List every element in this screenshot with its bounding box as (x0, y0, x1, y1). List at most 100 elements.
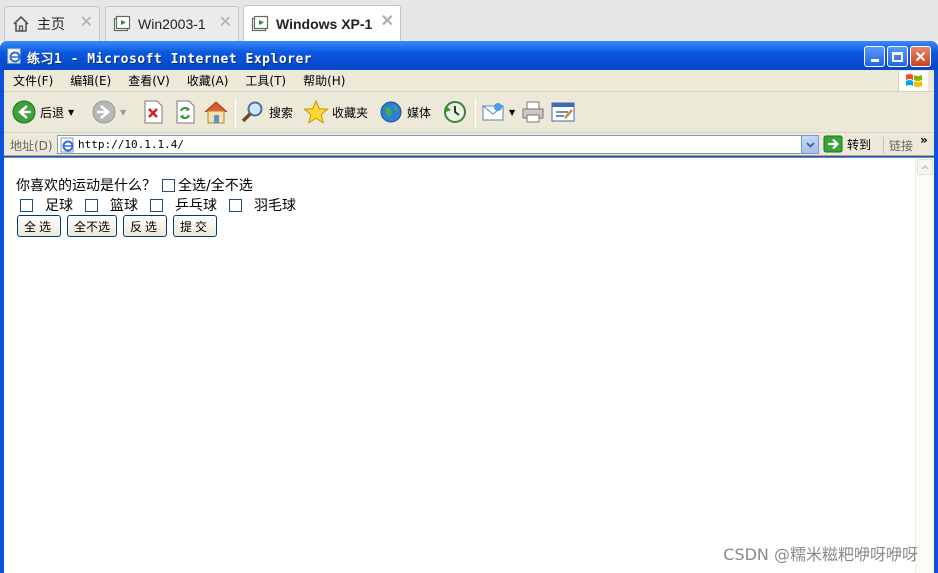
sport-checkbox[interactable] (20, 198, 33, 212)
forward-button[interactable]: ▼ (92, 100, 126, 124)
sport-checkbox[interactable] (85, 198, 98, 212)
question-text: 你喜欢的运动是什么？ (16, 178, 156, 194)
media-button[interactable]: 媒体 (379, 100, 431, 124)
back-label: 后退 (40, 105, 65, 120)
host-tab-label: Windows XP-1 (276, 15, 373, 32)
dropdown-arrow-icon[interactable]: ▼ (120, 108, 126, 117)
dropdown-arrow-icon[interactable]: ▼ (509, 108, 515, 117)
address-bar: 地址(D) http://10.1.1.4/ 转到 链接 » (4, 133, 934, 156)
menu-edit[interactable]: 编辑(E) (61, 72, 119, 89)
stop-button[interactable] (142, 100, 164, 124)
home-icon (204, 101, 228, 124)
maximize-icon (892, 51, 903, 62)
title-bar[interactable]: 练习1 - Microsoft Internet Explorer (0, 41, 938, 70)
go-button[interactable]: 转到 (823, 135, 871, 153)
toolbar-separator (235, 98, 236, 128)
minimize-button[interactable] (864, 46, 885, 67)
vm-icon (112, 14, 132, 34)
refresh-button[interactable] (174, 100, 196, 124)
links-button[interactable]: 链接 (883, 137, 913, 154)
menu-file[interactable]: 文件(F) (4, 72, 61, 89)
sport-label: 足球 (45, 198, 73, 214)
select-all-checkbox[interactable] (162, 178, 175, 192)
close-icon[interactable]: ✕ (80, 15, 93, 31)
sport-checkbox[interactable] (229, 198, 242, 212)
address-url[interactable]: http://10.1.1.4/ (78, 138, 184, 151)
close-button[interactable] (910, 46, 931, 67)
edit-button[interactable] (551, 100, 575, 124)
search-label: 搜索 (269, 105, 294, 120)
favorites-star-icon (303, 100, 329, 124)
media-globe-icon (380, 101, 402, 123)
favorites-label: 收藏夹 (332, 105, 369, 120)
sport-label: 乒乓球 (175, 198, 217, 214)
chevron-up-icon (921, 164, 929, 170)
address-dropdown-button[interactable] (801, 136, 818, 153)
home-icon (11, 14, 31, 34)
sport-option-football: 足球 (20, 195, 73, 215)
menu-help[interactable]: 帮助(H) (294, 72, 353, 89)
select-all-label: 全选/全不选 (178, 178, 253, 194)
mail-button[interactable]: ▼ (481, 100, 515, 124)
go-label: 转到 (847, 137, 872, 152)
edit-page-icon (551, 102, 575, 122)
dropdown-arrow-icon[interactable]: ▼ (68, 108, 74, 117)
menu-favorites[interactable]: 收藏(A) (178, 72, 237, 89)
sport-checkbox[interactable] (150, 198, 163, 212)
close-icon[interactable]: ✕ (219, 15, 232, 31)
close-icon (915, 51, 926, 62)
minimize-icon (870, 59, 879, 62)
close-icon[interactable]: ✕ (381, 14, 394, 30)
sport-label: 篮球 (110, 198, 138, 214)
toolbar-separator (475, 98, 476, 128)
search-button[interactable]: 搜索 (241, 100, 293, 124)
menu-bar: 文件(F) 编辑(E) 查看(V) 收藏(A) 工具(T) 帮助(H) (4, 70, 934, 92)
host-tab-strip: 主页 ✕ Win2003-1 ✕ Windows XP-1 ✕ (0, 0, 938, 41)
sport-option-basketball: 篮球 (85, 195, 138, 215)
page-content: 你喜欢的运动是什么？ 全选/全不选 足球 篮球 乒乓球 羽毛球 全选 全不选 反… (4, 157, 934, 573)
back-button[interactable]: 后退 ▼ (12, 100, 74, 124)
sports-row: 足球 篮球 乒乓球 羽毛球 (20, 195, 308, 215)
search-icon (241, 101, 263, 123)
ie-logo-icon (7, 48, 23, 64)
select-all-button[interactable]: 全选 (17, 215, 62, 237)
submit-button[interactable]: 提交 (173, 215, 218, 237)
address-label: 地址(D) (10, 139, 53, 153)
go-arrow-icon (823, 135, 843, 153)
back-arrow-icon (12, 100, 36, 124)
select-none-button[interactable]: 全不选 (67, 215, 118, 237)
host-tab-label: Win2003-1 (138, 16, 206, 32)
printer-icon (522, 101, 544, 123)
scroll-up-button[interactable] (917, 159, 933, 175)
ie-page-icon (60, 137, 76, 153)
buttons-row: 全选 全不选 反选 提交 (17, 215, 223, 237)
chevron-right-icon[interactable]: » (920, 133, 928, 147)
window-title: 练习1 - Microsoft Internet Explorer (27, 52, 313, 67)
history-clock-icon (444, 101, 466, 123)
home-button[interactable] (203, 100, 229, 124)
address-input[interactable]: http://10.1.1.4/ (57, 135, 819, 154)
mail-icon (482, 103, 504, 121)
favorites-button[interactable]: 收藏夹 (303, 100, 368, 124)
invert-selection-button[interactable]: 反选 (123, 215, 168, 237)
toolbar: 后退 ▼ ▼ 搜索 收藏夹 媒体 ▼ (4, 92, 934, 133)
host-tab-label: 主页 (37, 16, 65, 32)
host-tab-home[interactable]: 主页 ✕ (4, 6, 100, 41)
menu-view[interactable]: 查看(V) (119, 72, 178, 89)
sport-label: 羽毛球 (254, 198, 296, 214)
host-tab-win2003[interactable]: Win2003-1 ✕ (105, 6, 239, 41)
media-label: 媒体 (407, 105, 432, 120)
chevron-down-icon (805, 141, 815, 148)
print-button[interactable] (521, 100, 545, 124)
stop-icon (144, 100, 163, 124)
menu-tools[interactable]: 工具(T) (236, 72, 294, 89)
vertical-scrollbar[interactable] (915, 158, 934, 573)
host-tab-windows-xp[interactable]: Windows XP-1 ✕ (243, 5, 401, 41)
history-button[interactable] (443, 100, 467, 124)
maximize-button[interactable] (887, 46, 908, 67)
ie-window: 练习1 - Microsoft Internet Explorer 文件(F) … (0, 41, 938, 573)
windows-logo-icon (898, 71, 928, 91)
sport-option-table-tennis: 乒乓球 (150, 195, 217, 215)
vm-icon (250, 14, 270, 34)
question-row: 你喜欢的运动是什么？ 全选/全不选 (16, 175, 253, 195)
